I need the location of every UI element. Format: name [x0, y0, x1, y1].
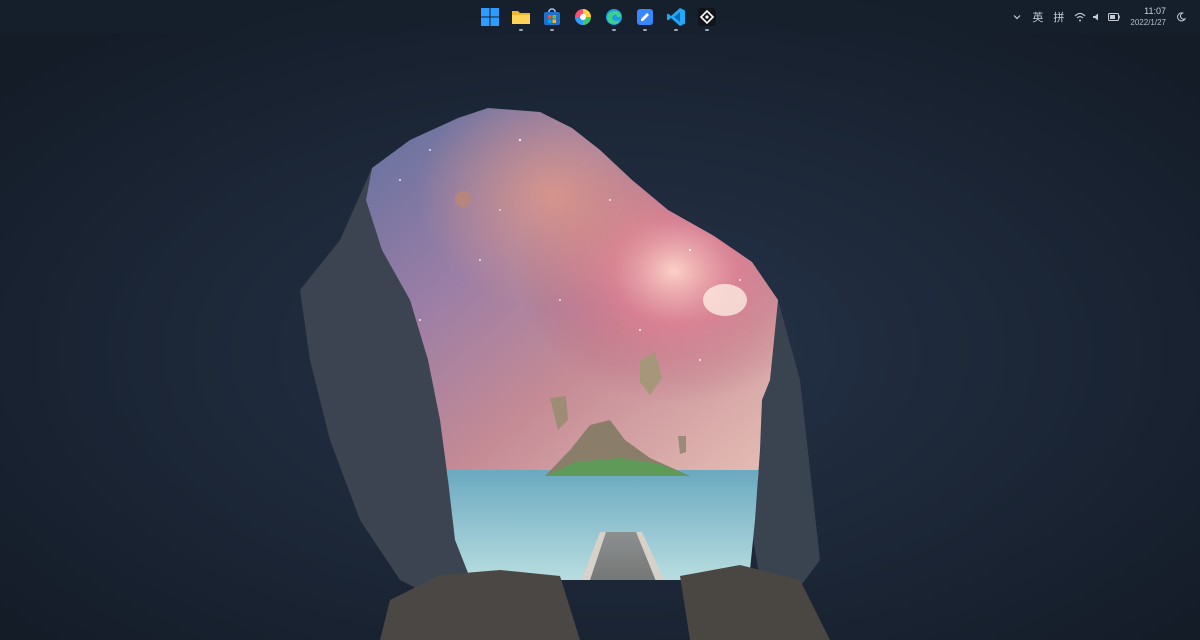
- notes-pen-app-icon: [637, 9, 653, 25]
- running-indicator: [612, 29, 616, 31]
- windows-start-icon: [481, 8, 499, 26]
- wifi-icon: [1075, 12, 1086, 22]
- ime-language-indicator[interactable]: 英: [1032, 9, 1043, 25]
- clock-time: 11:07: [1144, 6, 1166, 16]
- clock-date: 2022/1/27: [1130, 18, 1166, 27]
- quick-settings-button[interactable]: [1074, 12, 1121, 22]
- chevron-up-icon: [1013, 15, 1021, 20]
- volume-icon: [1093, 13, 1099, 21]
- desktop-wallpaper: [0, 0, 1200, 640]
- running-indicator: [674, 29, 678, 31]
- taskbar-pinned-apps: [476, 3, 721, 31]
- git-app-button[interactable]: [693, 3, 721, 31]
- running-indicator: [643, 29, 647, 31]
- microsoft-store-icon: [544, 8, 560, 25]
- file-explorer-button[interactable]: [507, 3, 535, 31]
- clock-widget[interactable]: 11:07 2022/1/27: [1130, 6, 1166, 28]
- battery-icon: [1108, 13, 1121, 21]
- edge-browser-icon: [606, 9, 622, 25]
- running-indicator: [519, 29, 523, 31]
- running-indicator: [550, 29, 554, 31]
- color-wheel-app-button[interactable]: [569, 3, 597, 31]
- file-explorer-icon: [512, 11, 530, 24]
- show-hidden-icons-button[interactable]: [1012, 12, 1022, 22]
- moon-focus-icon: [1177, 12, 1186, 22]
- vscode-icon: [667, 8, 685, 26]
- running-indicator: [705, 29, 709, 31]
- start-button[interactable]: [476, 3, 504, 31]
- vscode-button[interactable]: [662, 3, 690, 31]
- notification-center-button[interactable]: [1176, 12, 1186, 22]
- taskbar: 英 拼 11:07 2022/1/27: [0, 0, 1200, 34]
- color-wheel-app-icon: [575, 9, 591, 25]
- notes-pen-app-button[interactable]: [631, 3, 659, 31]
- git-app-icon: [698, 8, 716, 26]
- ime-mode-indicator[interactable]: 拼: [1053, 9, 1064, 25]
- edge-browser-button[interactable]: [600, 3, 628, 31]
- microsoft-store-button[interactable]: [538, 3, 566, 31]
- system-tray: 英 拼 11:07 2022/1/27: [1012, 4, 1186, 30]
